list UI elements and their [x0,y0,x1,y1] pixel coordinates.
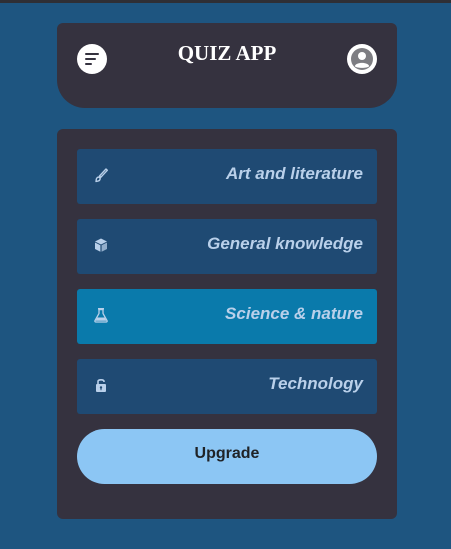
category-technology[interactable]: Technology [77,359,377,414]
cube-icon [95,238,107,252]
user-avatar-icon[interactable] [347,44,377,74]
flask-icon [94,308,108,323]
category-label: Science & nature [225,304,363,323]
top-border [0,0,451,3]
category-label: General knowledge [207,234,363,253]
app-header: QUIZ APP [57,23,397,108]
unlock-icon [96,379,106,392]
category-general-knowledge[interactable]: General knowledge [77,219,377,274]
category-label: Art and literature [226,164,363,183]
upgrade-button[interactable]: Upgrade [77,429,377,484]
paintbrush-icon [95,168,108,183]
category-science-and-nature[interactable]: Science & nature [77,289,377,344]
category-art-and-literature[interactable]: Art and literature [77,149,377,204]
category-label: Technology [268,374,363,393]
app-title: QUIZ APP [177,41,277,65]
category-panel: Art and literature General knowledge Sci… [57,129,397,519]
